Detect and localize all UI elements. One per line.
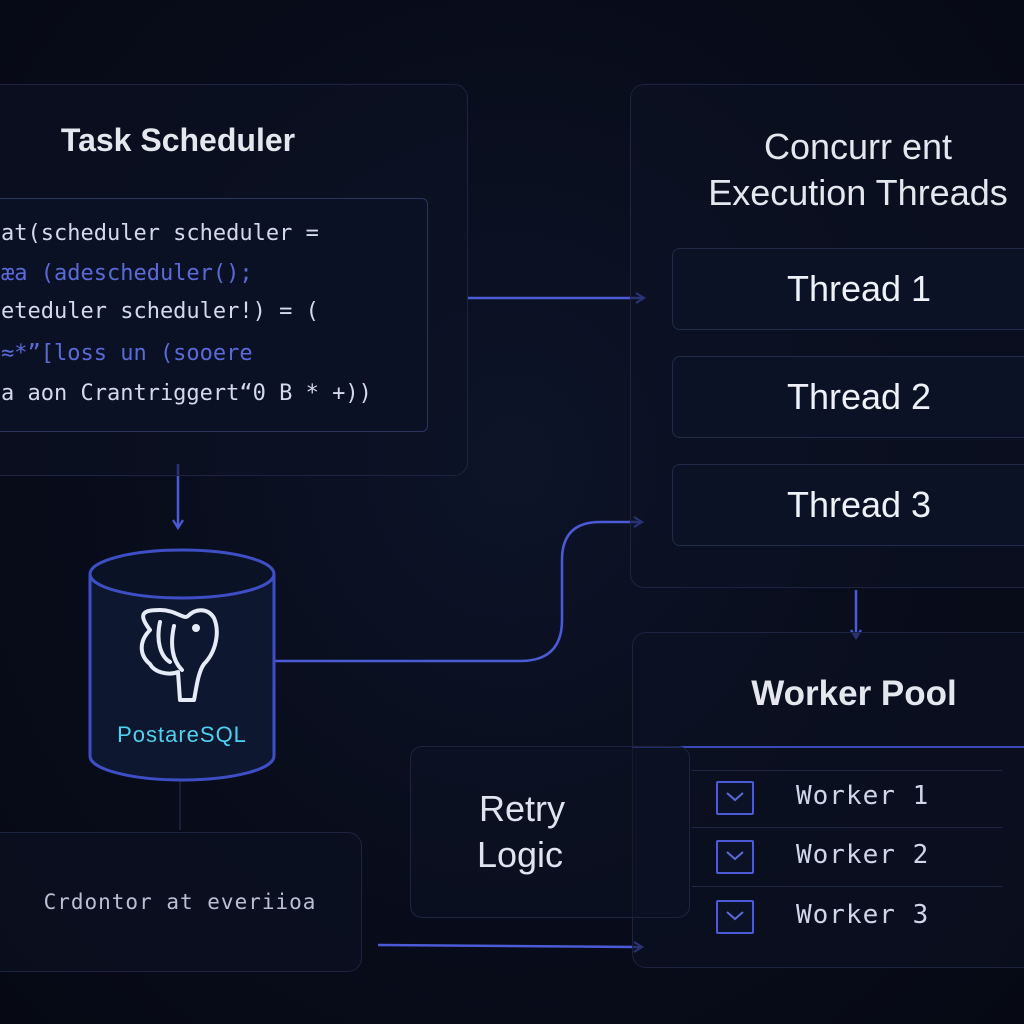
worker-row-3[interactable]: Worker 3 [692,890,1002,946]
retry-logic-panel[interactable] [410,746,690,918]
retry-logic-label-line2: Logic [476,834,564,875]
worker-pool-divider [632,746,1024,748]
worker-2-label: Worker 2 [796,840,930,870]
worker-row-1[interactable]: Worker 1 [692,770,1002,828]
cron-note-text: Crdontor at everiioa [43,890,317,914]
worker-2-chevron-icon [716,840,754,874]
worker-1-chevron-icon [716,781,754,815]
retry-logic-label-line1: Retry [478,788,565,829]
database-label: PostareSQL [117,722,247,747]
worker-3-chevron-icon [716,900,754,934]
worker-1-label: Worker 1 [796,781,930,811]
worker-pool-title: Worker Pool [751,674,957,713]
worker-3-label: Worker 3 [796,900,930,930]
worker-row-2[interactable]: Worker 2 [692,830,1002,887]
